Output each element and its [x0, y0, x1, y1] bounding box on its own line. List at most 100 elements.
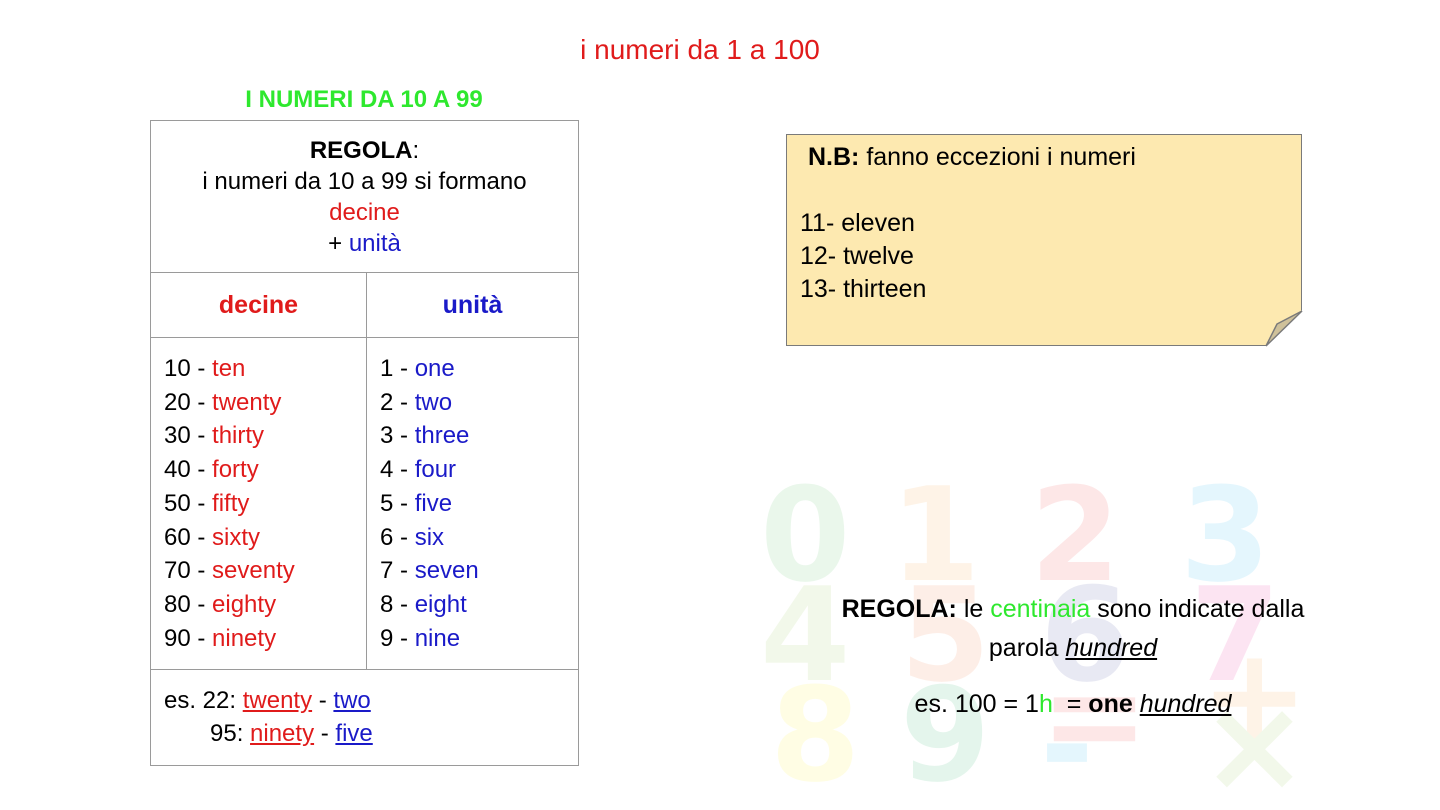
section-subtitle: I NUMERI DA 10 A 99 — [245, 86, 483, 113]
numbers-table: REGOLA: i numeri da 10 a 99 si formano d… — [150, 120, 579, 766]
units-list: 1 - one 2 - two 3 - three 4 - four 5 - five 6… — [366, 337, 579, 670]
list-item: 6 - six — [380, 521, 578, 555]
rule-line-3: + unità — [152, 228, 577, 259]
rule-label: REGOLA — [309, 137, 413, 164]
list-item-number: 9 - — [380, 624, 415, 652]
header-units: unità — [366, 272, 579, 338]
example-units: two — [333, 687, 371, 714]
list-item: 50 - fifty — [164, 487, 366, 521]
list-item: 40 - forty — [164, 453, 366, 487]
list-item-number: 1 - — [380, 355, 415, 382]
example-tens: ninety — [250, 720, 315, 747]
note-text: N.B: fanno eccezioni i numeri 11- eleven… — [800, 141, 1136, 306]
list-item: 20 - twenty — [164, 386, 366, 420]
header-tens: decine — [150, 272, 367, 338]
rule-heading: REGOLA: — [152, 135, 577, 166]
example-units: five — [335, 720, 373, 747]
list-item-word: ten — [212, 355, 246, 382]
watermark-digit: - — [1040, 669, 1094, 790]
list-item-word: fifty — [212, 489, 250, 517]
list-item-word: ninety — [212, 624, 277, 652]
list-item-word: three — [414, 422, 470, 450]
hundred-rule-label: REGOLA: — [841, 595, 957, 623]
list-item-word: five — [414, 489, 453, 517]
hundred-example-one: one — [1088, 690, 1133, 718]
list-item-number: 60 - — [164, 523, 213, 551]
tens-list: 10 - ten 20 - twenty 30 - thirty 40 - forty… — [150, 337, 367, 670]
hundred-rule: REGOLA: le centinaia sono indicate dalla… — [800, 590, 1346, 668]
rule-cell: REGOLA: i numeri da 10 a 99 si formano d… — [150, 120, 579, 273]
hundred-example: es. 100 = 1h = one hundred — [800, 690, 1346, 719]
hundred-example-eq: = — [1052, 690, 1089, 718]
watermark-digit: 9 — [900, 659, 990, 790]
note-item: 11- eleven — [800, 209, 915, 237]
rule-colon: : — [412, 137, 420, 164]
note-heading: N.B: fanno eccezioni i numeri — [800, 141, 1136, 174]
list-item: 2 - two — [380, 386, 578, 420]
hundred-rule-text: le — [956, 595, 991, 623]
list-item-number: 30 - — [164, 422, 213, 450]
list-item: 7 - seven — [380, 554, 578, 588]
note-label: N.B: — [808, 143, 860, 171]
list-item: 10 - ten — [164, 352, 366, 386]
note-item: 12- twelve — [800, 242, 914, 270]
list-item: 3 - three — [380, 419, 578, 453]
list-item-number: 90 - — [164, 624, 213, 652]
rule-units-word: unità — [348, 230, 401, 257]
watermark-digit: × — [1200, 669, 1309, 790]
list-item-word: thirty — [212, 422, 265, 450]
hundred-rule-highlight: centinaia — [990, 595, 1091, 623]
list-item-number: 6 - — [380, 523, 415, 551]
list-item-word: four — [414, 456, 457, 484]
example-tens: twenty — [242, 687, 313, 714]
note-heading-text: fanno eccezioni i numeri — [859, 143, 1136, 171]
list-item-number: 70 - — [164, 557, 213, 585]
note-fold-corner — [1265, 310, 1303, 347]
list-item-word: one — [414, 355, 455, 382]
list-item: 4 - four — [380, 453, 578, 487]
list-item: 70 - seventy — [164, 554, 366, 588]
watermark-digit: 8 — [770, 659, 860, 790]
hundred-word: hundred — [1065, 634, 1158, 662]
hundred-example-h: h — [1038, 690, 1053, 718]
list-item-number: 5 - — [380, 489, 415, 517]
list-item-word: twenty — [212, 388, 282, 416]
list-item-word: two — [414, 388, 453, 416]
list-item: 90 - ninety — [164, 622, 366, 656]
list-item: 1 - one — [380, 352, 578, 386]
list-item-number: 10 - — [164, 355, 213, 382]
list-item-word: seventy — [212, 557, 295, 585]
examples-cell: es. 22: twenty - two 95: ninety - five — [150, 669, 579, 766]
list-item: 9 - nine — [380, 622, 578, 656]
rule-plus: + — [328, 230, 349, 257]
hundred-rule-line2: parola — [988, 634, 1066, 662]
list-item-word: eighty — [212, 590, 277, 618]
page-title: i numeri da 1 a 100 — [580, 34, 820, 65]
list-item-word: eight — [414, 590, 467, 618]
list-item-number: 20 - — [164, 388, 213, 416]
example-sep: - — [312, 687, 334, 714]
hundred-example-space — [1133, 690, 1140, 718]
list-item-word: forty — [212, 456, 259, 484]
example-prefix: es. 22: — [164, 687, 243, 714]
list-item-word: seven — [414, 557, 479, 585]
hundred-rule-text-2: sono indicate dalla — [1090, 595, 1305, 623]
example-row-2: 95: ninety - five — [164, 717, 578, 750]
rule-line-2: decine — [329, 199, 400, 226]
list-item-number: 2 - — [380, 388, 415, 416]
example-row-1: es. 22: twenty - two — [164, 684, 578, 717]
list-item-number: 4 - — [380, 456, 415, 484]
list-item: 30 - thirty — [164, 419, 366, 453]
list-item: 8 - eight — [380, 588, 578, 622]
list-item-number: 3 - — [380, 422, 415, 450]
example-prefix: 95: — [210, 720, 251, 747]
list-item-word: sixty — [212, 523, 261, 551]
note-item: 13- thirteen — [800, 275, 927, 303]
list-item-number: 80 - — [164, 590, 213, 618]
list-item-word: six — [414, 523, 445, 551]
hundred-example-prefix: es. 100 = 1 — [914, 690, 1039, 718]
list-item-word: nine — [414, 624, 461, 652]
list-item-number: 8 - — [380, 590, 415, 618]
rule-line-1: i numeri da 10 a 99 si formano — [202, 168, 527, 195]
list-item: 80 - eighty — [164, 588, 366, 622]
